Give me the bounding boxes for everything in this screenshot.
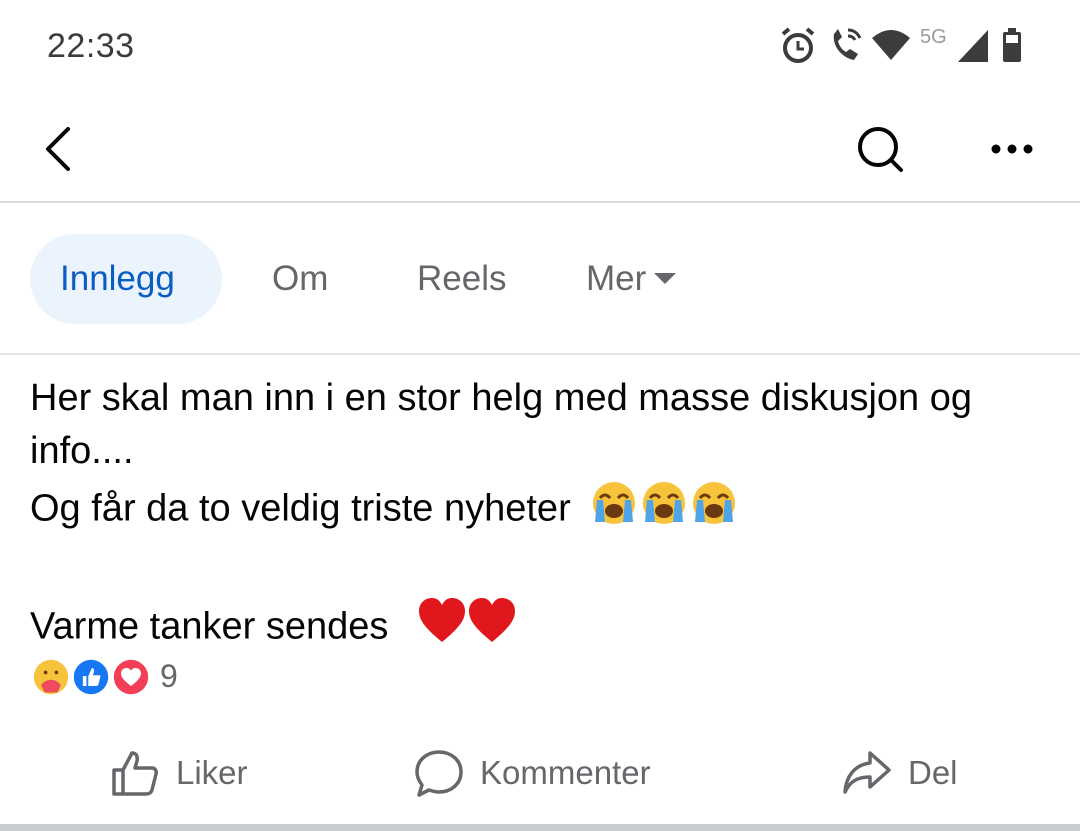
post-line-4-text: Varme tanker sendes — [30, 605, 389, 648]
wifi-icon — [872, 30, 910, 60]
tab-posts[interactable]: Innlegg — [30, 234, 222, 324]
tab-more-label: Mer — [586, 259, 647, 298]
post-line-3-text: Og får da to veldig triste nyheter — [30, 487, 571, 530]
section-divider — [0, 824, 1080, 831]
back-arrow-icon — [46, 127, 70, 171]
tab-reels[interactable]: Reels — [387, 234, 536, 324]
comment-label: Kommenter — [480, 754, 651, 791]
status-time: 22:33 — [47, 27, 135, 65]
search-icon — [858, 127, 903, 172]
more-options-button[interactable] — [980, 117, 1044, 181]
share-arrow-icon — [843, 751, 891, 794]
post-line-4: Varme tanker sendes — [30, 596, 1060, 661]
network-type-label: 5G — [920, 26, 947, 48]
red-heart-emoji-group — [417, 596, 517, 661]
tab-more[interactable]: Mer — [556, 234, 706, 324]
search-button[interactable] — [848, 117, 912, 181]
reaction-count: 9 — [160, 658, 178, 694]
red-heart-icon — [418, 598, 515, 642]
thumbs-up-icon — [112, 751, 158, 796]
battery-icon — [1003, 28, 1021, 62]
like-reaction-icon — [70, 656, 112, 698]
signal-icon — [958, 30, 988, 62]
profile-tabs: Innlegg Om Reels Mer — [0, 204, 1080, 355]
comment-button[interactable]: Kommenter — [414, 745, 651, 801]
status-icons: 5G — [780, 24, 1040, 70]
status-bar: 22:33 5G — [0, 0, 1080, 95]
wifi-call-icon — [833, 28, 862, 60]
love-reaction-icon — [110, 656, 152, 698]
back-button[interactable] — [28, 117, 92, 181]
more-options-icon — [991, 144, 1033, 154]
alarm-icon — [781, 27, 815, 63]
care-reaction-icon — [30, 656, 72, 698]
share-button[interactable]: Del — [842, 745, 958, 801]
post-line-1: Her skal man inn i en stor helg med mass… — [30, 377, 973, 419]
post-action-bar: Liker Kommenter Del — [0, 725, 1080, 820]
crying-face-emoji-group — [589, 478, 739, 543]
like-button[interactable]: Liker — [110, 745, 248, 801]
top-app-bar — [0, 95, 1080, 203]
post-line-2: info.... — [30, 430, 134, 472]
share-label: Del — [908, 754, 958, 791]
comment-bubble-icon — [415, 750, 463, 797]
crying-face-icon — [593, 482, 736, 524]
like-label: Liker — [176, 754, 248, 791]
post-line-3: Og får da to veldig triste nyheter — [30, 478, 1060, 543]
post-body: Her skal man inn i en stor helg med mass… — [30, 372, 1060, 661]
caret-down-icon — [654, 273, 677, 285]
tab-about[interactable]: Om — [242, 234, 358, 324]
